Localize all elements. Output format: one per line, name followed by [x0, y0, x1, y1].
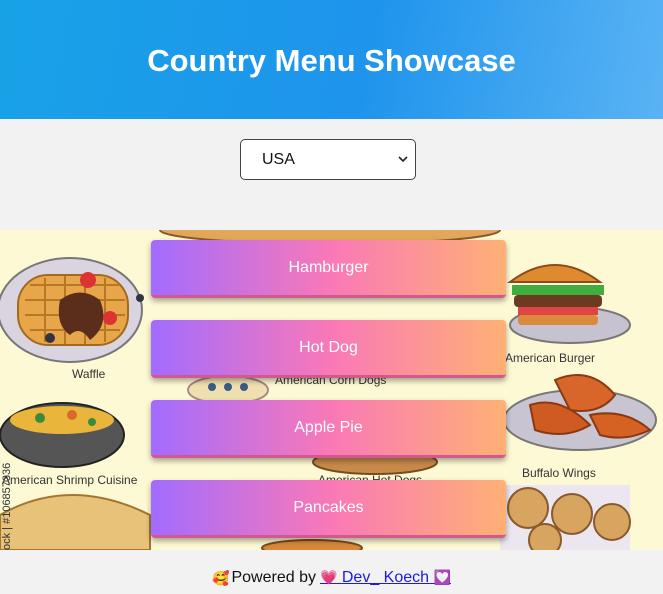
smiling-hearts-icon: 🥰: [212, 569, 230, 586]
watermark-text: ock | #106857336: [1, 463, 13, 550]
menu-item-hot-dog[interactable]: Hot Dog: [151, 320, 506, 378]
footer-text: Powered by: [231, 569, 316, 586]
page-header: Country Menu Showcase: [0, 0, 663, 119]
country-select[interactable]: USA: [240, 139, 416, 180]
label-american-shrimp-cuisine: American Shrimp Cuisine: [2, 473, 138, 487]
label-american-burger: American Burger: [505, 351, 595, 365]
country-select-value: USA: [262, 150, 295, 168]
author-link-text: Dev_ Koech: [341, 569, 430, 586]
menu-item-hamburger[interactable]: Hamburger: [151, 240, 506, 298]
chevron-down-icon: [398, 156, 408, 163]
menu-item-apple-pie[interactable]: Apple Pie: [151, 400, 506, 458]
label-waffle: Waffle: [72, 367, 106, 381]
page-title: Country Menu Showcase: [147, 43, 516, 78]
footer: 🥰 Powered by 💗 Dev_ Koech 💟: [0, 566, 663, 590]
label-buffalo-wings: Buffalo Wings: [522, 466, 596, 480]
sparkling-heart-icon: 💗: [319, 569, 338, 585]
author-link[interactable]: 💗 Dev_ Koech 💟: [320, 569, 451, 587]
menu-item-pancakes[interactable]: Pancakes: [151, 480, 506, 538]
heart-decoration-icon: 💟: [433, 569, 451, 585]
